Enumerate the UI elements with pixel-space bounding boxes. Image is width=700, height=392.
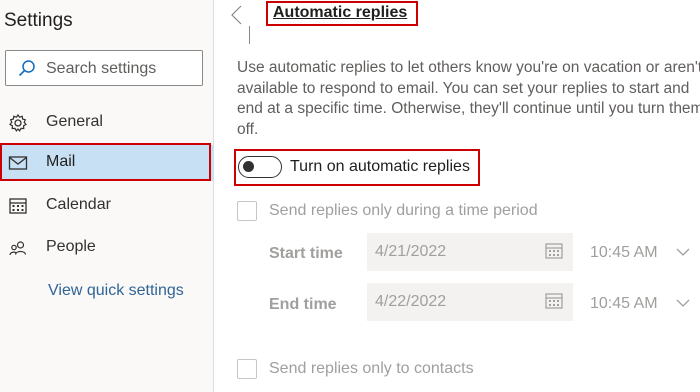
page-title: Automatic replies (273, 4, 408, 21)
description-text: Use automatic replies to let others know… (237, 59, 700, 138)
start-time-value[interactable]: 10:45 AM (590, 244, 658, 262)
calendar-icon (9, 198, 27, 214)
divider (249, 26, 250, 44)
sidebar-item-label: People (46, 238, 96, 255)
sidebar-item-label: Calendar (46, 196, 111, 213)
sidebar-item-people[interactable]: People (0, 230, 214, 266)
sidebar-item-general[interactable]: General (0, 105, 214, 141)
end-date-field[interactable]: 4/22/2022 (367, 283, 573, 321)
sidebar-item-calendar[interactable]: Calendar (0, 188, 214, 224)
search-icon (18, 60, 35, 77)
settings-title: Settings (4, 10, 73, 31)
settings-sidebar: Settings Search settings General Mail Ca… (0, 0, 214, 392)
contacts-only-checkbox[interactable] (237, 359, 257, 379)
time-period-checkbox[interactable] (237, 201, 257, 221)
mail-highlight-box (0, 143, 211, 181)
toggle-label: Turn on automatic replies (290, 158, 470, 175)
start-date-field[interactable]: 4/21/2022 (367, 233, 573, 271)
time-period-label: Send replies only during a time period (269, 202, 538, 219)
chevron-down-icon[interactable] (676, 247, 690, 257)
calendar-icon (545, 293, 563, 309)
end-time-label: End time (269, 296, 337, 313)
gear-icon (9, 113, 27, 132)
people-icon (9, 241, 27, 256)
search-placeholder: Search settings (46, 60, 157, 77)
title-highlight-box: Automatic replies (266, 1, 418, 26)
sidebar-item-label: General (46, 113, 103, 130)
automatic-replies-toggle[interactable] (238, 156, 282, 178)
search-settings-input[interactable]: Search settings (5, 50, 203, 86)
end-date-value: 4/22/2022 (375, 293, 447, 310)
back-arrow-icon[interactable] (230, 5, 252, 25)
contacts-only-label: Send replies only to contacts (269, 360, 474, 377)
start-time-label: Start time (269, 245, 343, 262)
start-date-value: 4/21/2022 (375, 243, 447, 260)
view-quick-settings-link[interactable]: View quick settings (48, 282, 184, 300)
end-time-value[interactable]: 10:45 AM (590, 295, 658, 313)
toggle-knob (243, 161, 254, 172)
toggle-highlight-box: Turn on automatic replies (234, 149, 480, 186)
chevron-down-icon[interactable] (676, 298, 690, 308)
calendar-icon (545, 243, 563, 259)
